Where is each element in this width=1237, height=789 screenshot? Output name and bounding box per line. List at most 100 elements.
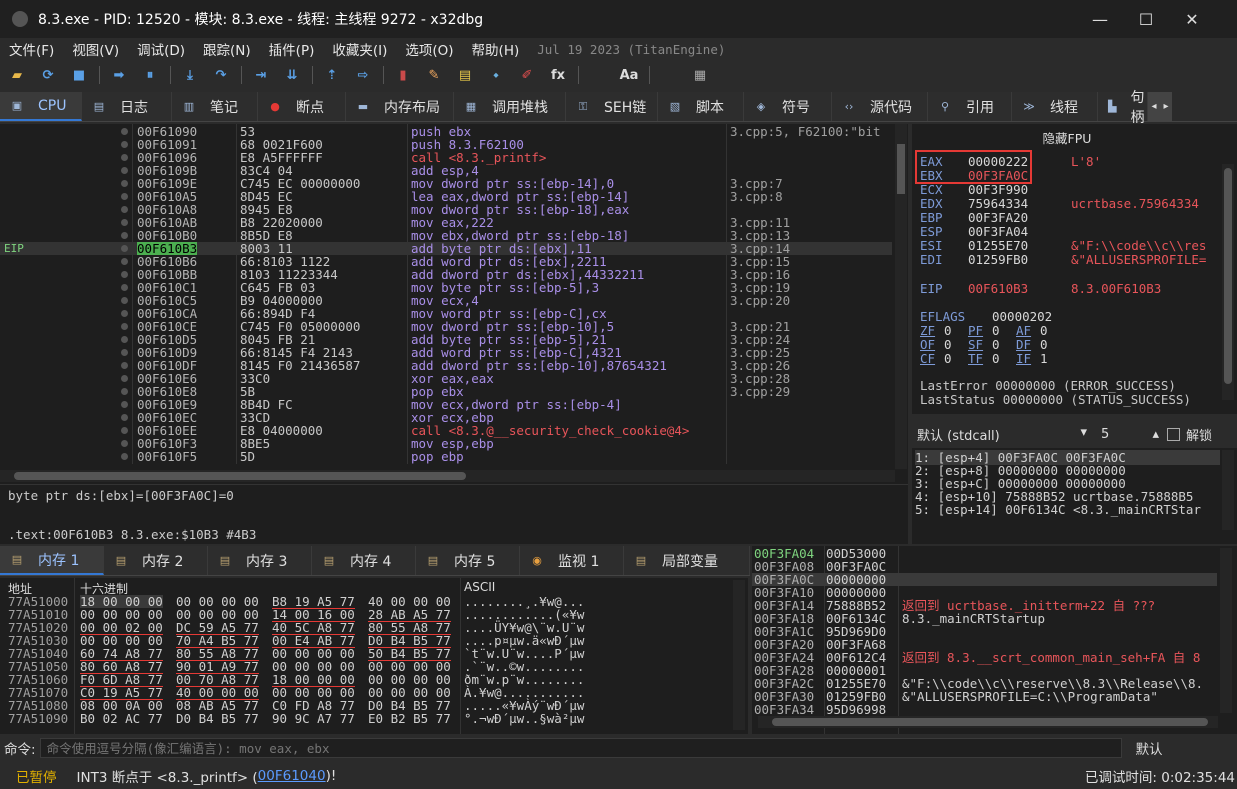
tab-notes[interactable]: ▥ 笔记 [172,92,258,121]
menu-options[interactable]: 选项(O) [405,39,453,59]
breakpoint-dot-icon[interactable] [121,232,128,239]
restart-icon[interactable]: ⟳ [37,64,59,86]
stack-view[interactable]: 00F3FA04 00D53000 00F3FA08 00F3FA0C 00F3FA0C… [752,546,1237,734]
menu-favourites[interactable]: 收藏夹(I) [332,39,387,59]
trace-over-icon[interactable]: ⇊ [281,64,303,86]
label-icon[interactable]: ▤ [454,64,476,86]
breakpoint-dot-icon[interactable] [121,167,128,174]
stack-row[interactable]: 00F3FA0C 00000000 [752,573,1217,586]
close-button[interactable]: ✕ [1169,0,1215,38]
folder-open-icon[interactable]: ▰ [6,64,28,86]
stack-args-vscroll[interactable] [1222,450,1234,530]
registers-view[interactable]: 隐藏FPU EAX 00000222 L'8' EBX 00F3FA0C ECX 00F3F… [912,124,1237,414]
font-icon[interactable] [587,64,609,86]
breakpoint-dot-icon[interactable] [121,206,128,213]
stack-args-view[interactable]: 1: [esp+4] 00F3FA0C 00F3FA0C 2: [esp+8] 0… [912,448,1237,544]
breakpoint-dot-icon[interactable] [121,375,128,382]
breakpoint-dot-icon[interactable] [121,427,128,434]
breakpoint-dot-icon[interactable] [121,180,128,187]
hide-fpu-button[interactable]: 隐藏FPU [912,128,1222,147]
dump-row[interactable]: 77A51090 B0 02 AC 77 D0 B4 B5 77 90 9C A7 7… [0,712,730,725]
tab-script[interactable]: ▧ 脚本 [658,92,744,121]
run-to-user-code-icon[interactable]: ⇨ [352,64,374,86]
minimize-button[interactable]: — [1077,0,1123,38]
flag-value[interactable]: 0 [992,337,1000,352]
step-over-icon[interactable]: ↷ [210,64,232,86]
menu-trace[interactable]: 跟踪(N) [203,39,251,59]
register-value[interactable]: 00F3FA04 [968,224,1028,239]
dump-vscroll[interactable] [733,580,745,730]
execute-till-return-icon[interactable]: ⇡ [321,64,343,86]
disasm-vscroll-thumb[interactable] [897,144,905,194]
tab-内存1[interactable]: ▤ 内存 1 [0,546,104,575]
run-icon[interactable]: ➡ [108,64,130,86]
calculator-icon[interactable] [658,64,680,86]
tab-log[interactable]: ▤ 日志 [82,92,172,121]
bookmark-icon[interactable]: ⬩ [485,64,507,86]
stack-vscroll[interactable] [1220,548,1232,713]
menu-plugins[interactable]: 插件(P) [269,39,315,59]
function-icon[interactable]: ✐ [516,64,538,86]
breakpoint-dot-icon[interactable] [121,141,128,148]
call-convention-select[interactable]: 默认 (stdcall) ▾ [917,425,1087,444]
menu-help[interactable]: 帮助(H) [472,39,520,59]
tab-breakpoint[interactable]: ● 断点 [258,92,346,121]
eflags-value[interactable]: 00000202 [992,309,1052,324]
breakpoint-dot-icon[interactable] [121,128,128,135]
tab-内存5[interactable]: ▤ 内存 5 [416,546,520,575]
menu-view[interactable]: 视图(V) [72,39,119,59]
stack-arg-row[interactable]: 5: [esp+14] 00F6134C <8.3._mainCRTStar [915,502,1201,517]
breakpoint-dot-icon[interactable] [121,284,128,291]
command-input[interactable] [39,738,1122,758]
status-address-link[interactable]: 00F61040 [258,768,326,784]
breakpoint-dot-icon[interactable] [121,271,128,278]
comment-icon[interactable]: ✎ [423,64,445,86]
tab-seh[interactable]: ⚿ SEH链 [566,92,658,121]
pause-icon[interactable]: ⏸ [139,64,161,86]
tab-threads[interactable]: ≫ 线程 [1012,92,1098,121]
breakpoint-dot-icon[interactable] [121,453,128,460]
register-value[interactable]: 00F610B3 [968,281,1028,296]
tab-callstack[interactable]: ▦ 调用堆栈 [454,92,566,121]
flag-value[interactable]: 0 [992,323,1000,338]
flag-value[interactable]: 1 [1040,351,1048,366]
breakpoint-dot-icon[interactable] [121,414,128,421]
stack-row[interactable]: 00F3FA04 00D53000 [752,547,1217,560]
tab-references[interactable]: ⚲ 引用 [928,92,1012,121]
register-value[interactable]: 00F3FA20 [968,210,1028,225]
stop-icon[interactable]: ■ [68,64,90,86]
stack-row[interactable]: 00F3FA18 00F6134C 8.3._mainCRTStartup [752,612,1217,625]
flag-value[interactable]: 0 [992,351,1000,366]
breakpoint-dot-icon[interactable] [121,349,128,356]
tab-handles[interactable]: ▙ 句柄 [1098,90,1148,126]
command-mode-select[interactable]: 默认 [1136,738,1163,758]
stack-row[interactable]: 00F3FA30 01259FB0 &"ALLUSERSPROFILE=C:\\Pr… [752,690,1217,703]
tab-内存4[interactable]: ▤ 内存 4 [312,546,416,575]
tab-内存2[interactable]: ▤ 内存 2 [104,546,208,575]
breakpoint-dot-icon[interactable] [121,336,128,343]
register-value[interactable]: 01255E70 [968,238,1028,253]
flag-value[interactable]: 0 [944,351,952,366]
breakpoint-dot-icon[interactable] [121,219,128,226]
breakpoint-dot-icon[interactable] [121,154,128,161]
stack-row[interactable]: 00F3FA34 95D96998 [752,703,1217,716]
unlock-checkbox[interactable] [1167,427,1180,441]
breakpoint-dot-icon[interactable] [121,440,128,447]
breakpoint-dot-icon[interactable] [121,401,128,408]
breakpoint-dot-icon[interactable] [121,323,128,330]
trace-into-icon[interactable]: ⇥ [250,64,272,86]
tab-内存3[interactable]: ▤ 内存 3 [208,546,312,575]
memory-dump-view[interactable]: 地址 十六进制 ASCII 77A51000 18 00 00 00 00 00 0… [0,578,748,734]
stack-row[interactable]: 00F3FA1C 95D969D0 [752,625,1217,638]
patch-icon[interactable]: ▮ [392,64,414,86]
flag-value[interactable]: 0 [944,337,952,352]
tab-局部变量[interactable]: ▤ 局部变量 [624,546,750,575]
tab-symbols[interactable]: ◈ 符号 [744,92,832,121]
flag-value[interactable]: 0 [1040,323,1048,338]
breakpoint-dot-icon[interactable] [121,258,128,265]
globe-icon[interactable]: ▦ [689,64,711,86]
menu-debug[interactable]: 调试(D) [137,39,185,59]
tab-监视1[interactable]: ◉ 监视 1 [520,546,624,575]
breakpoint-dot-icon[interactable] [121,388,128,395]
tab-scroll-right-button[interactable]: ▸ [1160,92,1172,121]
